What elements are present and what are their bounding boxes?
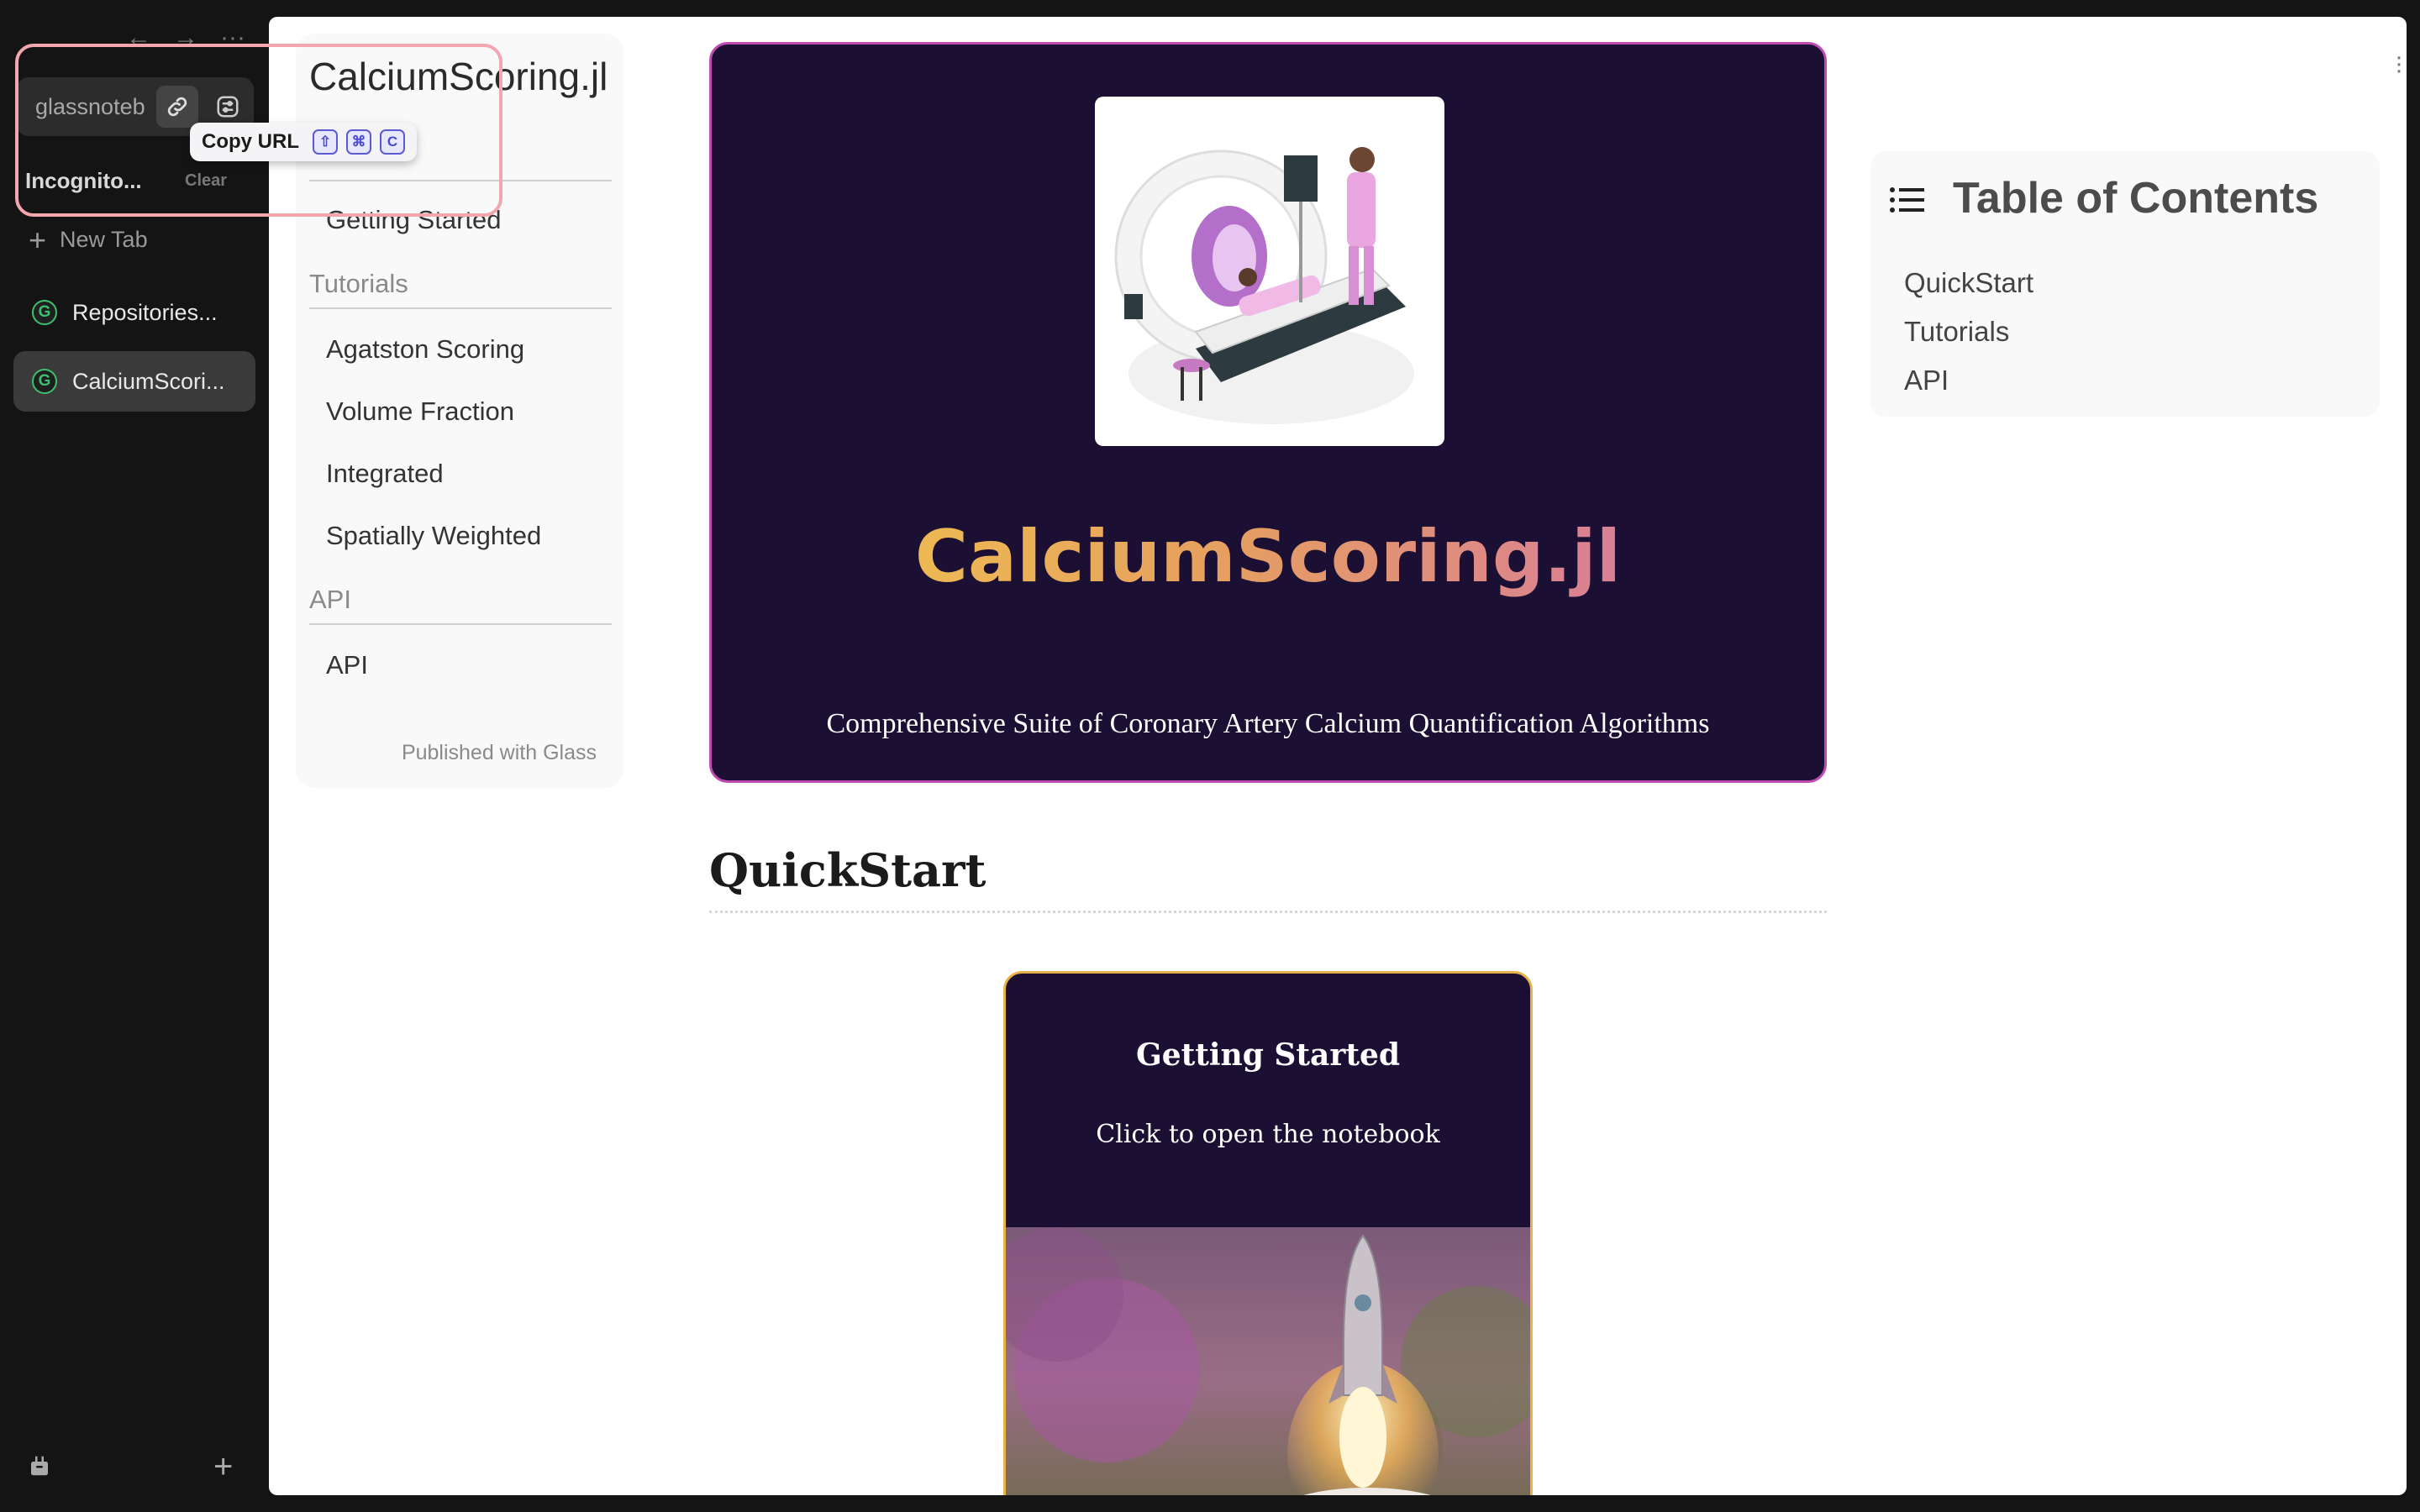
shift-key-icon: ⇧ <box>313 129 338 155</box>
list-icon <box>1889 186 1926 218</box>
nav-item-agatston[interactable]: Agatston Scoring <box>326 334 524 365</box>
table-of-contents: Table of Contents QuickStart Tutorials A… <box>1870 151 2380 417</box>
tab-label: Repositories... <box>72 299 218 325</box>
tab-calciumscoring[interactable]: G CalciumScori... <box>13 351 255 412</box>
nav-section-tutorials: Tutorials <box>309 269 612 309</box>
toc-item-quickstart[interactable]: QuickStart <box>1904 267 2033 299</box>
toc-item-tutorials[interactable]: Tutorials <box>1904 316 2009 348</box>
hero-subtitle: Comprehensive Suite of Coronary Artery C… <box>826 708 1710 739</box>
card-title: Getting Started <box>1135 1037 1401 1073</box>
tab-label: CalciumScori... <box>72 368 225 394</box>
glass-favicon-icon: G <box>32 300 57 325</box>
command-key-icon: ⌘ <box>346 129 371 155</box>
card-subtitle: Click to open the notebook <box>1096 1120 1440 1149</box>
nav-item-volume-fraction[interactable]: Volume Fraction <box>326 396 514 427</box>
add-icon[interactable]: + <box>213 1450 233 1483</box>
archive-icon[interactable] <box>27 1453 52 1483</box>
toc-title: Table of Contents <box>1953 174 2319 223</box>
more-vertical-icon[interactable]: · · · <box>2395 45 2407 83</box>
tab-repositories[interactable]: G Repositories... <box>13 282 255 343</box>
mri-illustration <box>1095 97 1444 446</box>
published-with-glass-link[interactable]: Published with Glass <box>402 741 597 765</box>
nav-section-api: API <box>309 585 612 625</box>
new-tab-button[interactable]: + New Tab <box>29 222 148 257</box>
quickstart-heading: QuickStart <box>709 843 986 897</box>
tooltip-label: Copy URL <box>202 130 299 153</box>
c-key: C <box>380 129 405 155</box>
nav-item-spatially-weighted[interactable]: Spatially Weighted <box>326 521 541 551</box>
heading-divider <box>709 911 1827 913</box>
hero-title: CalciumScoring.jl <box>712 515 1824 599</box>
new-tab-label: New Tab <box>60 227 148 252</box>
web-page: CalciumScoring.jl Getting Started Tutori… <box>269 17 2407 1495</box>
plus-icon: + <box>29 222 47 257</box>
browser-sidebar: ← → ··· glassnoteb Incognito... Clear + … <box>0 0 269 1512</box>
getting-started-card[interactable]: Getting Started Click to open the notebo… <box>1003 971 1533 1495</box>
hero-banner: CalciumScoring.jl Comprehensive Suite of… <box>709 42 1827 783</box>
nav-item-integrated[interactable]: Integrated <box>326 459 444 489</box>
toc-item-api[interactable]: API <box>1904 365 1949 396</box>
nav-item-api[interactable]: API <box>326 650 368 680</box>
copy-url-tooltip: Copy URL ⇧ ⌘ C <box>190 123 417 161</box>
rocket-image <box>1006 1227 1530 1495</box>
glass-favicon-icon: G <box>32 369 57 394</box>
